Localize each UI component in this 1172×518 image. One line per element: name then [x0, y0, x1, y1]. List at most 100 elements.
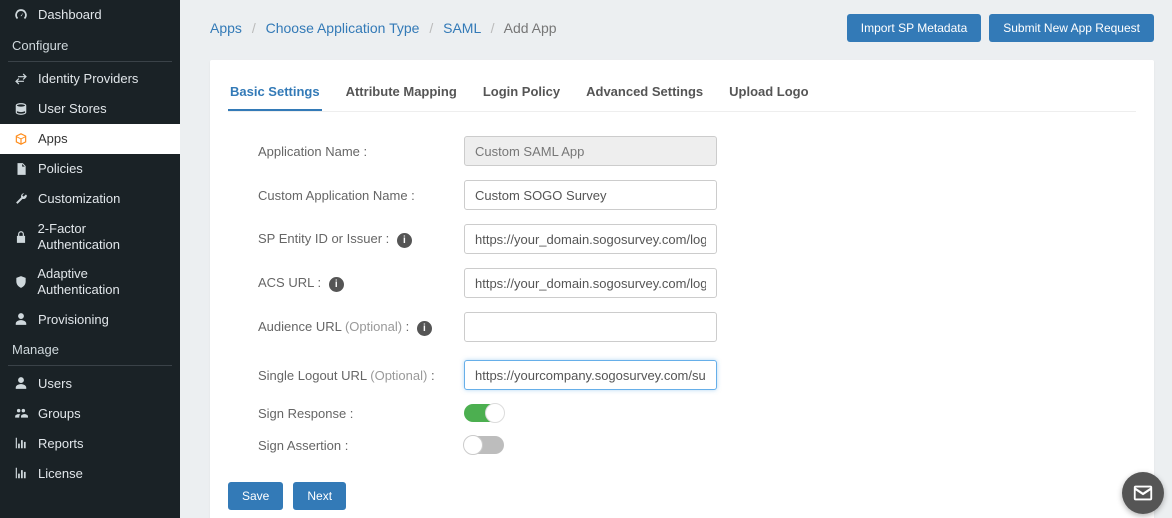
info-icon[interactable]: i	[397, 233, 412, 248]
breadcrumb-sep: /	[429, 20, 433, 36]
label-sign-assertion: Sign Assertion :	[258, 438, 464, 453]
breadcrumb-apps[interactable]: Apps	[210, 20, 242, 36]
label-audience-url: Audience URL (Optional) : i	[258, 319, 464, 336]
sidebar-item-label: Provisioning	[38, 312, 109, 328]
main-content: Apps / Choose Application Type / SAML / …	[180, 0, 1172, 518]
sidebar-item-label: License	[38, 466, 83, 482]
sidebar: Dashboard Configure Identity Providers U…	[0, 0, 180, 518]
user-icon	[12, 311, 30, 327]
sidebar-item-label: Apps	[38, 131, 68, 147]
input-acs-url[interactable]	[464, 268, 717, 298]
tab-upload-logo[interactable]: Upload Logo	[727, 78, 810, 111]
sidebar-item-label: 2-Factor Authentication	[38, 221, 168, 252]
sidebar-item-label: Users	[38, 376, 72, 392]
sidebar-item-groups[interactable]: Groups	[0, 398, 180, 428]
shield-icon	[12, 274, 29, 290]
sidebar-section-configure: Configure	[0, 30, 180, 59]
breadcrumb-choose-type[interactable]: Choose Application Type	[266, 20, 420, 36]
tab-login-policy[interactable]: Login Policy	[481, 78, 562, 111]
save-button[interactable]: Save	[228, 482, 283, 510]
sidebar-item-user-stores[interactable]: User Stores	[0, 94, 180, 124]
input-custom-app-name[interactable]	[464, 180, 717, 210]
swap-icon	[12, 71, 30, 87]
row-custom-app-name: Custom Application Name :	[258, 180, 1122, 210]
form-area: Application Name : Custom Application Na…	[228, 112, 1136, 474]
label-tail: :	[427, 368, 434, 383]
breadcrumb-saml[interactable]: SAML	[443, 20, 481, 36]
row-sp-entity: SP Entity ID or Issuer : i	[258, 224, 1122, 254]
label-text: Single Logout URL	[258, 368, 370, 383]
sidebar-item-label: Dashboard	[38, 7, 102, 23]
toggle-sign-response[interactable]	[464, 404, 504, 422]
label-custom-app-name: Custom Application Name :	[258, 188, 464, 203]
sidebar-section-manage: Manage	[0, 334, 180, 363]
row-audience-url: Audience URL (Optional) : i	[258, 312, 1122, 342]
label-tail: :	[402, 319, 409, 334]
lock-icon	[12, 229, 30, 245]
sidebar-item-adaptive-auth[interactable]: Adaptive Authentication	[0, 259, 180, 304]
tab-basic-settings[interactable]: Basic Settings	[228, 78, 322, 111]
toggle-sign-assertion[interactable]	[464, 436, 504, 454]
label-optional: (Optional)	[370, 368, 427, 383]
label-acs-url: ACS URL : i	[258, 275, 464, 292]
submit-new-app-request-button[interactable]: Submit New App Request	[989, 14, 1154, 42]
sidebar-item-label: Groups	[38, 406, 81, 422]
divider	[8, 365, 172, 366]
row-sign-response: Sign Response :	[258, 404, 1122, 422]
label-optional: (Optional)	[345, 319, 402, 334]
user-icon	[12, 375, 30, 391]
divider	[8, 61, 172, 62]
chart-icon	[12, 435, 30, 451]
tab-attribute-mapping[interactable]: Attribute Mapping	[344, 78, 459, 111]
row-application-name: Application Name :	[258, 136, 1122, 166]
label-sign-response: Sign Response :	[258, 406, 464, 421]
label-sp-entity: SP Entity ID or Issuer : i	[258, 231, 464, 248]
tabs: Basic Settings Attribute Mapping Login P…	[228, 60, 1136, 112]
sidebar-item-dashboard[interactable]: Dashboard	[0, 0, 180, 30]
sidebar-item-reports[interactable]: Reports	[0, 428, 180, 458]
sidebar-item-identity-providers[interactable]: Identity Providers	[0, 64, 180, 94]
import-sp-metadata-button[interactable]: Import SP Metadata	[847, 14, 982, 42]
label-text: SP Entity ID or Issuer :	[258, 231, 389, 246]
sidebar-item-apps[interactable]: Apps	[0, 124, 180, 154]
sidebar-item-2fa[interactable]: 2-Factor Authentication	[0, 214, 180, 259]
input-slo-url[interactable]	[464, 360, 717, 390]
label-text: Audience URL	[258, 319, 345, 334]
row-slo-url: Single Logout URL (Optional) :	[258, 360, 1122, 390]
label-application-name: Application Name :	[258, 144, 464, 159]
form-card: Basic Settings Attribute Mapping Login P…	[210, 60, 1154, 518]
form-actions: Save Next	[228, 474, 1136, 510]
users-icon	[12, 405, 30, 421]
info-icon[interactable]: i	[329, 277, 344, 292]
sidebar-item-label: Policies	[38, 161, 83, 177]
input-audience-url[interactable]	[464, 312, 717, 342]
policy-icon	[12, 161, 30, 177]
sidebar-item-label: Customization	[38, 191, 120, 207]
breadcrumb-sep: /	[252, 20, 256, 36]
sidebar-item-label: Adaptive Authentication	[37, 266, 168, 297]
input-sp-entity[interactable]	[464, 224, 717, 254]
dashboard-icon	[12, 7, 30, 23]
topbar: Apps / Choose Application Type / SAML / …	[210, 0, 1154, 60]
sidebar-item-users[interactable]: Users	[0, 368, 180, 398]
box-icon	[12, 131, 30, 147]
tab-advanced-settings[interactable]: Advanced Settings	[584, 78, 705, 111]
breadcrumb: Apps / Choose Application Type / SAML / …	[210, 20, 557, 36]
label-text: ACS URL :	[258, 275, 321, 290]
sidebar-item-provisioning[interactable]: Provisioning	[0, 304, 180, 334]
sidebar-item-customization[interactable]: Customization	[0, 184, 180, 214]
mail-icon	[1132, 482, 1154, 504]
breadcrumb-sep: /	[491, 20, 495, 36]
sidebar-item-label: User Stores	[38, 101, 107, 117]
chart-icon	[12, 465, 30, 481]
next-button[interactable]: Next	[293, 482, 346, 510]
sidebar-item-license[interactable]: License	[0, 458, 180, 488]
sidebar-item-policies[interactable]: Policies	[0, 154, 180, 184]
wrench-icon	[12, 191, 30, 207]
info-icon[interactable]: i	[417, 321, 432, 336]
input-application-name	[464, 136, 717, 166]
chat-fab[interactable]	[1122, 472, 1164, 514]
row-acs-url: ACS URL : i	[258, 268, 1122, 298]
sidebar-item-label: Reports	[38, 436, 84, 452]
row-sign-assertion: Sign Assertion :	[258, 436, 1122, 454]
